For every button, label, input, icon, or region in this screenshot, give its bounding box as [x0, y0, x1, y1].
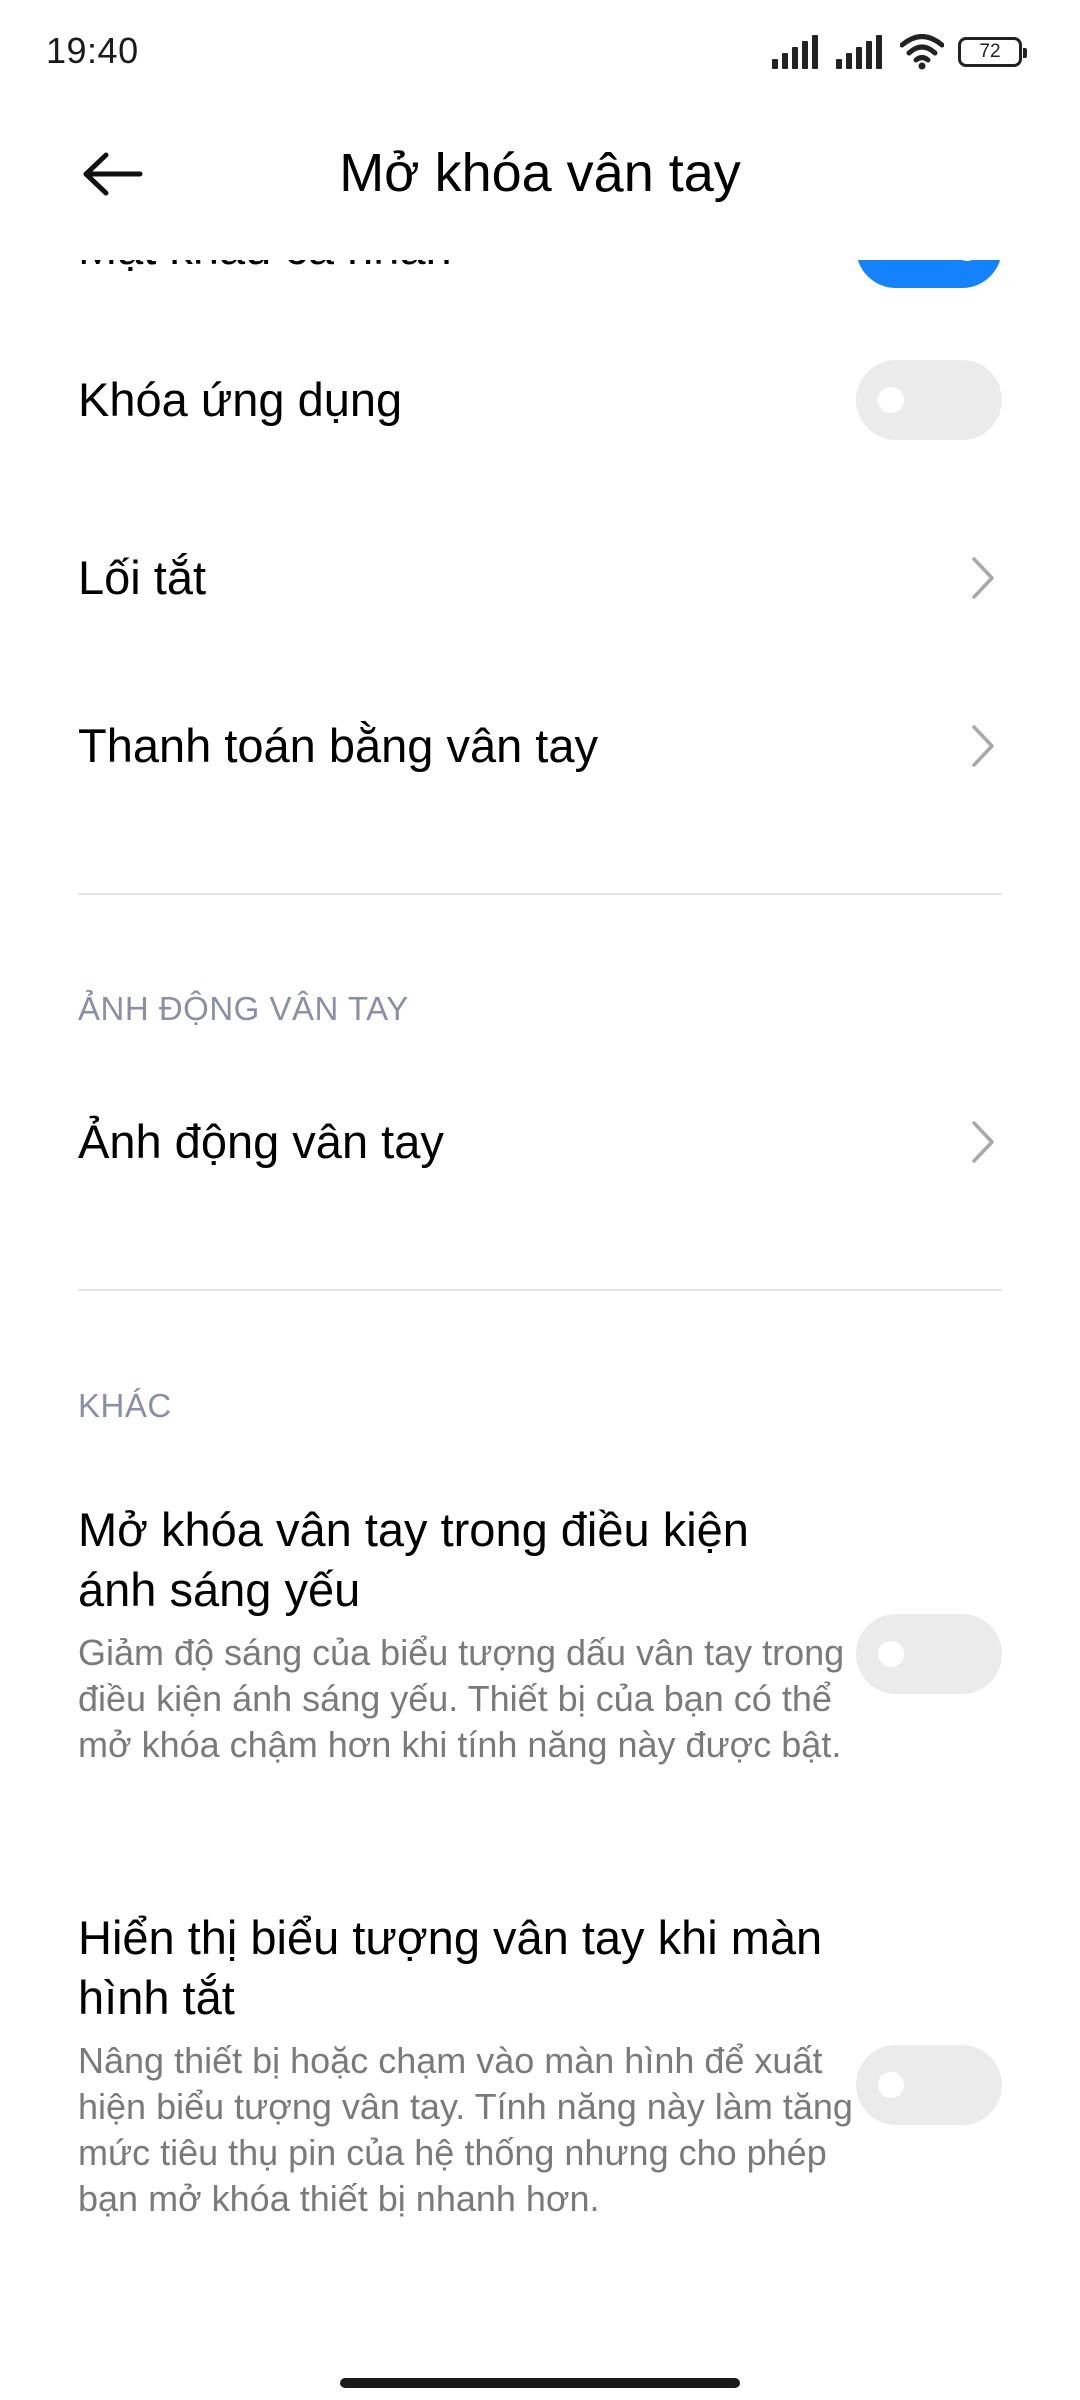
app-lock-label: Khóa ứng dụng [78, 373, 403, 426]
settings-list[interactable]: Mật khẩu cá nhân Khóa ứng dụng Lối tắt T… [0, 0, 1080, 2400]
signal-icon [836, 35, 882, 69]
shortcuts-row[interactable]: Lối tắt [78, 548, 1002, 608]
page-title: Mở khóa vân tay [339, 143, 741, 203]
low-light-toggle[interactable] [856, 1614, 1002, 1694]
status-bar: 19:40 72 [0, 0, 1080, 100]
low-light-title: Mở khóa vân tay trong điều kiện ánh sáng… [78, 1503, 749, 1616]
shortcuts-label: Lối tắt [78, 551, 207, 604]
fingerprint-payment-row[interactable]: Thanh toán bằng vân tay [78, 716, 1002, 776]
chevron-right-icon [972, 1121, 994, 1163]
status-icons: 72 [772, 30, 1027, 74]
screen-off-icon-title: Hiển thị biểu tượng vân tay khi màn hình… [78, 1911, 823, 2024]
app-header: Mở khóa vân tay [0, 100, 1080, 260]
wifi-icon [900, 34, 944, 70]
screen-off-icon-toggle[interactable] [856, 2045, 1002, 2125]
fingerprint-animation-row[interactable]: Ảnh động vân tay [78, 1112, 1002, 1172]
fingerprint-animation-label: Ảnh động vân tay [78, 1115, 444, 1168]
app-lock-row[interactable]: Khóa ứng dụng [78, 360, 1002, 440]
app-lock-toggle[interactable] [856, 360, 1002, 440]
chevron-right-icon [972, 725, 994, 767]
fingerprint-payment-label: Thanh toán bằng vân tay [78, 719, 599, 772]
low-light-description: Giảm độ sáng của biểu tượng dấu vân tay … [78, 1632, 845, 1765]
toggle-knob [878, 2072, 904, 2098]
toggle-knob [878, 387, 904, 413]
toggle-knob [878, 1641, 904, 1667]
chevron-right-icon [972, 557, 994, 599]
battery-icon: 72 [958, 37, 1027, 67]
section-divider [78, 893, 1002, 895]
section-divider [78, 1289, 1002, 1291]
screen: Mật khẩu cá nhân Khóa ứng dụng Lối tắt T… [0, 0, 1080, 2400]
section-header-animation: ẢNH ĐỘNG VÂN TAY [78, 990, 409, 1027]
signal-icon [772, 35, 818, 69]
screen-off-icon-description: Nâng thiết bị hoặc chạm vào màn hình để … [78, 2040, 853, 2219]
home-indicator[interactable] [340, 2378, 740, 2388]
battery-level: 72 [979, 41, 1001, 62]
status-time: 19:40 [46, 30, 139, 71]
section-header-other: KHÁC [78, 1387, 172, 1424]
